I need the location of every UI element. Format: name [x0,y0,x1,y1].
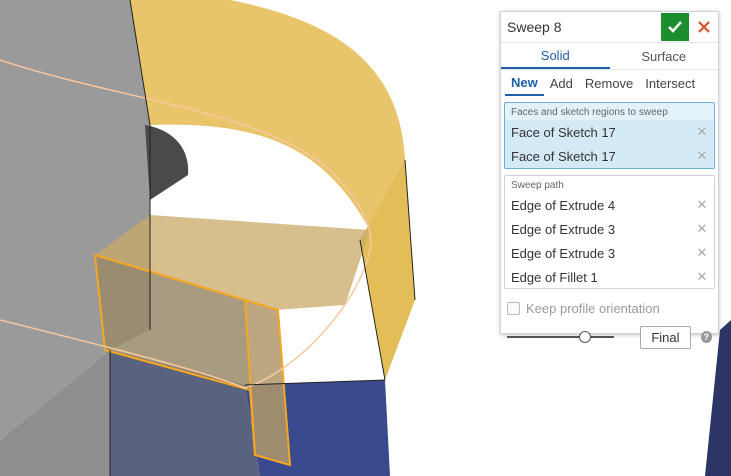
list-item-label: Face of Sketch 17 [511,124,616,140]
checkmark-icon [668,21,682,33]
final-button[interactable]: Final [640,325,691,349]
sweep-path-label: Sweep path [511,180,564,191]
accept-button[interactable] [661,13,689,41]
remove-icon[interactable]: ✕ [696,124,708,140]
sweep-path-box[interactable]: Sweep path Edge of Extrude 4 ✕ Edge of E… [504,175,715,289]
faces-selection-label: Faces and sketch regions to sweep [511,107,668,118]
sweep-feature-dialog[interactable]: Sweep 8 Solid Surface New Add Remove Int… [500,11,719,349]
slider-handle[interactable] [579,331,591,343]
rollback-row: Final ? [501,323,718,351]
list-item-label: Edge of Extrude 4 [511,197,616,213]
remove-icon[interactable]: ✕ [696,197,708,213]
remove-icon[interactable]: ✕ [696,269,708,285]
operation-new[interactable]: New [505,70,544,96]
operation-type-row: New Add Remove Intersect [501,70,718,96]
sweep-path-list[interactable]: Edge of Extrude 4 ✕ Edge of Extrude 3 ✕ … [505,193,714,288]
remove-icon[interactable]: ✕ [696,245,708,261]
rollback-slider[interactable] [507,331,615,343]
dialog-header: Sweep 8 [501,12,718,43]
operation-intersect[interactable]: Intersect [639,71,701,95]
close-icon [698,21,710,33]
list-item[interactable]: Face of Sketch 17 ✕ [505,120,714,144]
dialog-title: Sweep 8 [507,19,562,35]
faces-selection-box[interactable]: Faces and sketch regions to sweep Face o… [504,102,715,169]
list-item-label: Edge of Fillet 1 [511,269,598,285]
help-icon[interactable]: ? [700,331,712,343]
keep-orientation-checkbox[interactable] [507,301,520,315]
operation-add[interactable]: Add [544,71,579,95]
body-type-tabs: Solid Surface [501,43,718,70]
list-item[interactable]: Edge of Fillet 1 ✕ [505,265,714,288]
list-item[interactable]: Edge of Extrude 3 ✕ [505,241,714,265]
remove-icon[interactable]: ✕ [696,148,708,164]
remove-icon[interactable]: ✕ [696,221,708,237]
tab-surface[interactable]: Surface [610,43,719,69]
list-item[interactable]: Edge of Extrude 3 ✕ [505,217,714,241]
tab-solid[interactable]: Solid [501,43,610,69]
list-item-label: Edge of Extrude 3 [511,221,616,237]
list-item-label: Face of Sketch 17 [511,148,616,164]
keep-orientation-row[interactable]: Keep profile orientation [501,297,718,319]
list-item[interactable]: Edge of Extrude 4 ✕ [505,193,714,217]
keep-orientation-label: Keep profile orientation [526,300,660,316]
list-item-label: Edge of Extrude 3 [511,245,616,261]
cancel-button[interactable] [692,13,716,41]
operation-remove[interactable]: Remove [579,71,639,95]
list-item[interactable]: Face of Sketch 17 ✕ [505,144,714,168]
